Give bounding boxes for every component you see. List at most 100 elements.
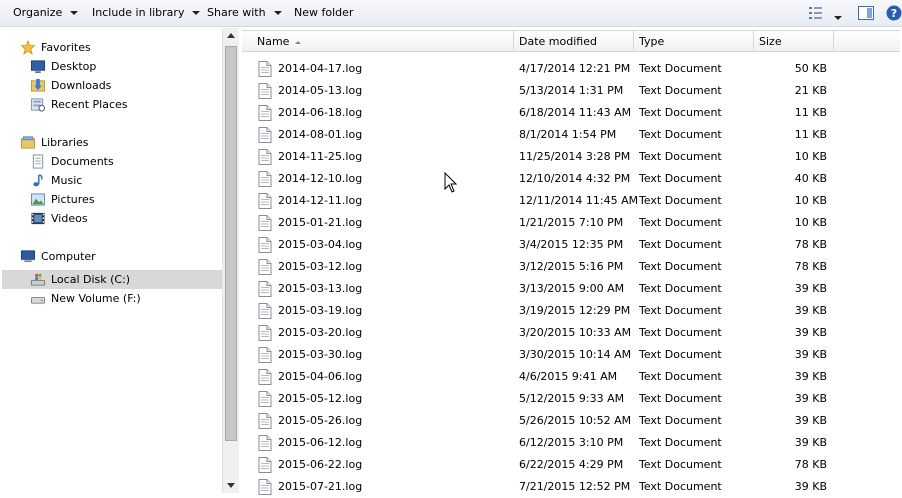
- table-row[interactable]: 2014-06-18.log 6/18/2014 11:43 AM Text Doc…: [258, 102, 858, 124]
- table-row[interactable]: 2014-08-01.log 8/1/2014 1:54 PM Text Docum…: [258, 124, 858, 146]
- drive-icon: [30, 297, 46, 304]
- share-with-button[interactable]: Share with: [207, 6, 282, 20]
- table-row[interactable]: 2015-06-22.log 6/22/2015 4:29 PM Text Docu…: [258, 454, 858, 476]
- file-date-modified: 5/26/2015 10:52 AM: [519, 414, 632, 427]
- table-row[interactable]: 2015-05-26.log 5/26/2015 10:52 AM Text Doc…: [258, 410, 858, 432]
- change-view-button[interactable]: [808, 5, 824, 24]
- column-header-date-modified[interactable]: Date modified: [514, 31, 634, 52]
- file-size: 39 KB: [794, 370, 827, 383]
- downloads-folder-icon: [30, 78, 46, 92]
- nav-new-volume[interactable]: New Volume (F:): [30, 289, 220, 308]
- text-file-icon: [258, 61, 272, 77]
- table-row[interactable]: 2015-01-21.log 1/21/2015 7:10 PM Text Docu…: [258, 212, 858, 234]
- new-folder-button[interactable]: New folder: [294, 6, 353, 20]
- file-date-modified: 8/1/2014 1:54 PM: [519, 128, 617, 141]
- file-type: Text Document: [639, 392, 722, 405]
- nav-videos[interactable]: Videos: [30, 209, 220, 228]
- file-size: 78 KB: [794, 260, 827, 273]
- column-header-type[interactable]: Type: [634, 31, 754, 52]
- table-row[interactable]: 2014-12-11.log 12/11/2014 11:45 AM Text Do…: [258, 190, 858, 212]
- nav-music[interactable]: Music: [30, 171, 220, 190]
- table-row[interactable]: 2014-12-10.log 12/10/2014 4:32 PM Text Doc…: [258, 168, 858, 190]
- organize-label: Organize: [13, 6, 63, 19]
- table-row[interactable]: 2015-03-30.log 3/30/2015 10:14 AM Text Doc…: [258, 344, 858, 366]
- file-type: Text Document: [639, 282, 722, 295]
- column-header-size[interactable]: Size: [754, 31, 834, 52]
- file-name: 2014-08-01.log: [278, 128, 363, 141]
- text-file-icon: [258, 259, 272, 275]
- file-date-modified: 6/12/2015 3:10 PM: [519, 436, 624, 449]
- file-name: 2015-03-20.log: [278, 326, 363, 339]
- nav-local-disk[interactable]: Local Disk (C:): [2, 270, 224, 289]
- text-file-icon: [258, 193, 272, 209]
- file-name: 2015-05-12.log: [278, 392, 363, 405]
- table-row[interactable]: 2015-03-12.log 3/12/2015 5:16 PM Text Docu…: [258, 256, 858, 278]
- file-size: 11 KB: [794, 106, 827, 119]
- file-name: 2014-06-18.log: [278, 106, 363, 119]
- file-list: Name Date modified Type Size 2014-04-17.…: [240, 28, 902, 495]
- scroll-down-arrow-icon[interactable]: [227, 483, 235, 488]
- table-row[interactable]: 2015-06-12.log 6/12/2015 3:10 PM Text Docu…: [258, 432, 858, 454]
- file-name: 2014-12-10.log: [278, 172, 363, 185]
- file-type: Text Document: [639, 260, 722, 273]
- file-size: 78 KB: [794, 238, 827, 251]
- table-row[interactable]: 2015-03-04.log 3/4/2015 12:35 PM Text Docu…: [258, 234, 858, 256]
- table-row[interactable]: 2014-04-17.log 4/17/2014 12:21 PM Text Doc…: [258, 58, 858, 80]
- file-date-modified: 7/21/2015 12:52 PM: [519, 480, 631, 493]
- nav-recent-places[interactable]: Recent Places: [30, 95, 220, 114]
- file-name: 2015-06-12.log: [278, 436, 363, 449]
- file-name: 2015-03-30.log: [278, 348, 363, 361]
- table-row[interactable]: 2014-11-25.log 11/25/2014 3:28 PM Text Doc…: [258, 146, 858, 168]
- text-file-icon: [258, 171, 272, 187]
- help-button[interactable]: ?: [886, 5, 902, 24]
- nav-desktop[interactable]: Desktop: [30, 57, 220, 76]
- text-file-icon: [258, 127, 272, 143]
- more-views-button[interactable]: [834, 10, 842, 23]
- desktop-icon: [30, 60, 46, 74]
- file-date-modified: 11/25/2014 3:28 PM: [519, 150, 631, 163]
- file-name: 2015-07-21.log: [278, 480, 363, 493]
- file-name: 2015-05-26.log: [278, 414, 363, 427]
- table-row[interactable]: 2015-05-12.log 5/12/2015 9:33 AM Text Docu…: [258, 388, 858, 410]
- file-size: 39 KB: [794, 326, 827, 339]
- table-row[interactable]: 2015-03-19.log 3/19/2015 12:29 PM Text Doc…: [258, 300, 858, 322]
- nav-libraries[interactable]: Libraries: [20, 133, 220, 152]
- column-header-empty: [834, 31, 900, 52]
- text-file-icon: [258, 369, 272, 385]
- nav-downloads[interactable]: Downloads: [30, 76, 220, 95]
- nav-scrollbar-thumb[interactable]: [225, 46, 237, 441]
- file-type: Text Document: [639, 62, 722, 75]
- file-name: 2014-12-11.log: [278, 194, 363, 207]
- nav-documents[interactable]: Documents: [30, 152, 220, 171]
- nav-pictures-label: Pictures: [51, 193, 95, 206]
- include-in-library-button[interactable]: Include in library: [92, 6, 201, 20]
- column-name-label: Name: [257, 35, 290, 48]
- file-size: 39 KB: [794, 436, 827, 449]
- include-in-library-label: Include in library: [92, 6, 185, 19]
- details-view-icon: [809, 7, 822, 19]
- preview-pane-button[interactable]: [858, 5, 874, 24]
- column-header-name[interactable]: Name: [252, 31, 514, 52]
- column-type-label: Type: [639, 35, 665, 48]
- table-row[interactable]: 2015-07-21.log 7/21/2015 12:52 PM Text Doc…: [258, 476, 858, 498]
- chevron-down-icon: [834, 16, 842, 20]
- file-date-modified: 3/19/2015 12:29 PM: [519, 304, 631, 317]
- nav-scrollbar[interactable]: [222, 28, 239, 493]
- file-date-modified: 4/6/2015 9:41 AM: [519, 370, 618, 383]
- organize-button[interactable]: Organize: [13, 6, 79, 20]
- file-date-modified: 6/18/2014 11:43 AM: [519, 106, 632, 119]
- table-row[interactable]: 2015-04-06.log 4/6/2015 9:41 AM Text Docum…: [258, 366, 858, 388]
- table-row[interactable]: 2014-05-13.log 5/13/2014 1:31 PM Text Docu…: [258, 80, 858, 102]
- file-name: 2014-04-17.log: [278, 62, 363, 75]
- nav-pictures[interactable]: Pictures: [30, 190, 220, 209]
- file-type: Text Document: [639, 480, 722, 493]
- nav-favorites[interactable]: Favorites: [20, 38, 220, 57]
- file-type: Text Document: [639, 194, 722, 207]
- text-file-icon: [258, 149, 272, 165]
- scroll-up-arrow-icon[interactable]: [227, 33, 235, 38]
- text-file-icon: [258, 391, 272, 407]
- table-row[interactable]: 2015-03-20.log 3/20/2015 10:33 AM Text Doc…: [258, 322, 858, 344]
- nav-computer[interactable]: Computer: [20, 247, 220, 266]
- file-name: 2015-03-04.log: [278, 238, 363, 251]
- table-row[interactable]: 2015-03-13.log 3/13/2015 9:00 AM Text Docu…: [258, 278, 858, 300]
